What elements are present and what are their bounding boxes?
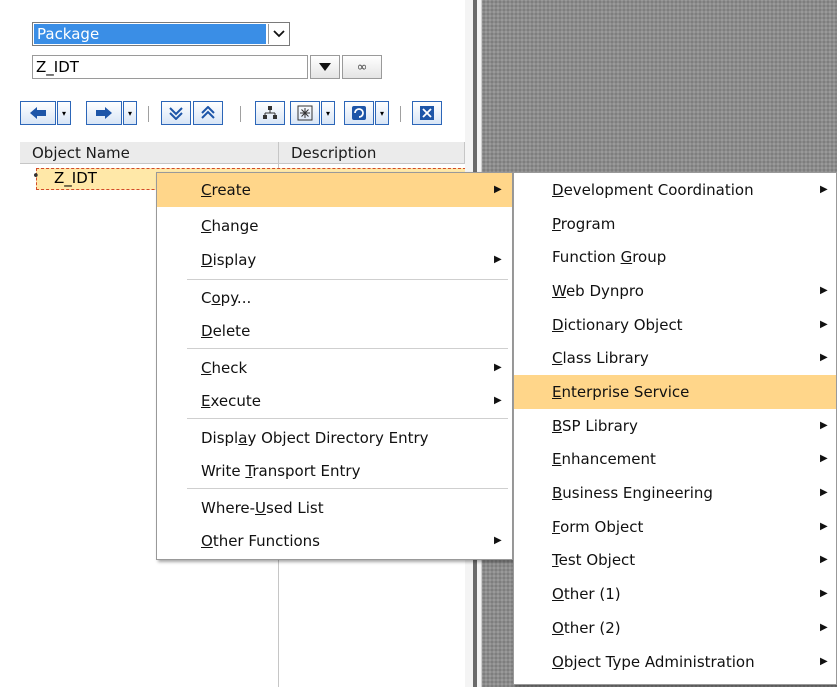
submenu-arrow-icon: ▶	[820, 656, 828, 667]
submenu-item-function-group[interactable]: Function Group	[514, 240, 836, 274]
expand-icon	[169, 107, 183, 120]
toolbar-divider	[148, 106, 149, 122]
submenu-arrow-icon: ▶	[494, 254, 502, 265]
submenu-arrow-icon: ▶	[494, 362, 502, 373]
column-header-object-name[interactable]: Object Name	[20, 142, 279, 164]
submenu-item-class-library[interactable]: Class Library ▶	[514, 341, 836, 375]
tree-bullet-icon: •	[32, 169, 40, 184]
menu-item-create[interactable]: Create ▶	[157, 173, 512, 207]
object-type-select-value: Package	[34, 24, 266, 44]
menu-item-display-object-directory-entry[interactable]: Display Object Directory Entry	[157, 421, 512, 455]
refresh-icon	[352, 106, 366, 120]
submenu-item-program[interactable]: Program	[514, 207, 836, 241]
submenu-item-web-dynpro[interactable]: Web Dynpro ▶	[514, 274, 836, 308]
display-glasses-button[interactable]: ∞	[342, 55, 382, 79]
back-button[interactable]	[20, 101, 56, 125]
small-dropdown-icon: ▾	[61, 108, 66, 118]
collapse-button[interactable]	[193, 101, 223, 125]
menu-item-write-transport-entry[interactable]: Write Transport Entry	[157, 454, 512, 488]
toolbar-divider	[400, 106, 401, 122]
submenu-arrow-icon: ▶	[820, 352, 828, 363]
submenu-arrow-icon: ▶	[820, 285, 828, 296]
submenu-arrow-icon: ▶	[820, 453, 828, 464]
menu-divider	[187, 418, 508, 419]
menu-divider	[187, 488, 508, 489]
menu-item-delete[interactable]: Delete	[157, 314, 512, 348]
submenu-item-enhancement[interactable]: Enhancement ▶	[514, 442, 836, 476]
submenu-item-business-engineering[interactable]: Business Engineering ▶	[514, 476, 836, 510]
package-name-input[interactable]: Z_IDT	[32, 55, 308, 79]
refresh-button[interactable]	[344, 101, 374, 125]
forward-history-dropdown[interactable]: ▾	[123, 101, 137, 125]
submenu-item-development-coordination[interactable]: Development Coordination ▶	[514, 173, 836, 207]
create-submenu: Development Coordination ▶ Program Funct…	[513, 172, 837, 685]
submenu-arrow-icon: ▶	[494, 395, 502, 406]
submenu-arrow-icon: ▶	[820, 184, 828, 195]
submenu-arrow-icon: ▶	[820, 622, 828, 633]
submenu-item-test-object[interactable]: Test Object ▶	[514, 543, 836, 577]
submenu-item-bsp-library[interactable]: BSP Library ▶	[514, 409, 836, 443]
forward-button[interactable]	[86, 101, 122, 125]
submenu-arrow-icon: ▶	[820, 487, 828, 498]
small-dropdown-icon: ▾	[127, 108, 132, 118]
context-menu: Create ▶ Change Display ▶ Copy... Delete…	[156, 172, 513, 560]
close-icon	[420, 106, 434, 120]
collapse-icon	[201, 106, 215, 119]
chevron-down-icon[interactable]	[268, 24, 288, 44]
column-header-description[interactable]: Description	[279, 142, 465, 164]
hierarchy-button[interactable]	[255, 101, 285, 125]
close-button[interactable]	[412, 101, 442, 125]
menu-divider	[187, 348, 508, 349]
submenu-arrow-icon: ▶	[820, 319, 828, 330]
submenu-arrow-icon: ▶	[820, 588, 828, 599]
refresh-dropdown[interactable]: ▾	[375, 101, 389, 125]
submenu-arrow-icon: ▶	[494, 184, 502, 195]
submenu-arrow-icon: ▶	[820, 554, 828, 565]
menu-divider	[187, 279, 508, 280]
menu-item-display[interactable]: Display ▶	[157, 243, 512, 277]
toolbar-divider	[240, 106, 241, 122]
tree-node-label[interactable]: Z_IDT	[54, 169, 97, 187]
submenu-item-dictionary-object[interactable]: Dictionary Object ▶	[514, 308, 836, 342]
submenu-item-other-2[interactable]: Other (2) ▶	[514, 611, 836, 645]
asterisk-icon	[297, 105, 313, 121]
glasses-icon: ∞	[356, 59, 368, 75]
hierarchy-icon	[263, 106, 277, 119]
new-object-button[interactable]	[290, 101, 320, 125]
dropdown-arrow-button[interactable]	[310, 55, 340, 79]
menu-item-copy[interactable]: Copy...	[157, 281, 512, 315]
small-dropdown-icon: ▾	[325, 108, 330, 118]
submenu-item-form-object[interactable]: Form Object ▶	[514, 510, 836, 544]
menu-item-where-used-list[interactable]: Where-Used List	[157, 491, 512, 525]
new-object-dropdown[interactable]: ▾	[321, 101, 335, 125]
object-type-select[interactable]: Package	[32, 22, 290, 46]
small-dropdown-icon: ▾	[379, 108, 384, 118]
submenu-item-enterprise-service[interactable]: Enterprise Service	[514, 375, 836, 409]
menu-item-check[interactable]: Check ▶	[157, 351, 512, 385]
submenu-arrow-icon: ▶	[494, 535, 502, 546]
submenu-arrow-icon: ▶	[820, 521, 828, 532]
submenu-arrow-icon: ▶	[820, 420, 828, 431]
menu-item-execute[interactable]: Execute ▶	[157, 384, 512, 418]
expand-button[interactable]	[161, 101, 191, 125]
menu-item-change[interactable]: Change	[157, 209, 512, 243]
arrow-right-icon	[96, 107, 112, 119]
submenu-item-other-1[interactable]: Other (1) ▶	[514, 577, 836, 611]
submenu-item-object-type-administration[interactable]: Object Type Administration ▶	[514, 645, 836, 679]
back-history-dropdown[interactable]: ▾	[57, 101, 71, 125]
menu-item-other-functions[interactable]: Other Functions ▶	[157, 524, 512, 558]
arrow-left-icon	[30, 107, 46, 119]
